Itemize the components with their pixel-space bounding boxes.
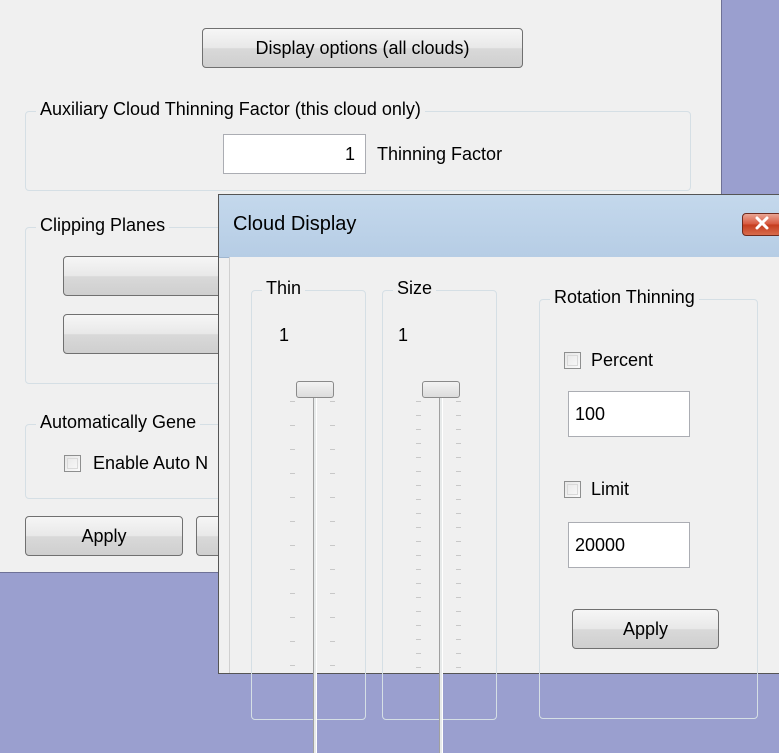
percent-checkbox[interactable] bbox=[564, 352, 581, 369]
thin-slider-thumb[interactable] bbox=[296, 381, 334, 398]
rotation-thinning-group-title: Rotation Thinning bbox=[550, 287, 699, 308]
thinning-factor-input[interactable]: 1 bbox=[223, 134, 366, 174]
size-slider-track bbox=[439, 393, 443, 753]
aux-thinning-group-title: Auxiliary Cloud Thinning Factor (this cl… bbox=[36, 99, 425, 120]
aux-thinning-group: Auxiliary Cloud Thinning Factor (this cl… bbox=[25, 99, 691, 191]
limit-checkbox[interactable] bbox=[564, 481, 581, 498]
auto-generate-group-title: Automatically Gene bbox=[36, 412, 201, 433]
limit-input[interactable]: 20000 bbox=[568, 522, 690, 568]
apply-button-label: Apply bbox=[81, 525, 127, 546]
cloud-display-dialog: Cloud Display Thin 1 Size 1 Rotation Thi… bbox=[218, 194, 779, 753]
dialog-client: Thin 1 Size 1 Rotation Thinning Percent … bbox=[229, 257, 779, 753]
thin-group-title: Thin bbox=[262, 278, 306, 299]
size-group-title: Size bbox=[393, 278, 437, 299]
apply-button[interactable]: Apply bbox=[25, 516, 183, 556]
dialog-title: Cloud Display bbox=[233, 213, 357, 235]
limit-value: 20000 bbox=[575, 534, 626, 555]
enable-auto-checkbox[interactable] bbox=[64, 455, 81, 472]
percent-label: Percent bbox=[591, 350, 654, 370]
dialog-apply-label: Apply bbox=[622, 618, 669, 639]
thin-value: 1 bbox=[279, 325, 290, 345]
enable-auto-label: Enable Auto N bbox=[93, 453, 209, 473]
display-options-label: Display options (all clouds) bbox=[255, 37, 470, 58]
close-button[interactable] bbox=[742, 213, 779, 236]
display-options-button[interactable]: Display options (all clouds) bbox=[202, 28, 523, 68]
dialog-titlebar[interactable]: Cloud Display bbox=[219, 195, 779, 258]
thinning-factor-label: Thinning Factor bbox=[377, 144, 503, 164]
thinning-factor-value: 1 bbox=[344, 143, 355, 164]
clipping-planes-group-title: Clipping Planes bbox=[36, 215, 170, 236]
rotation-thinning-group: Rotation Thinning Percent 100 Limit 2000… bbox=[539, 287, 758, 719]
percent-value: 100 bbox=[575, 403, 606, 424]
thin-slider-track bbox=[313, 393, 317, 753]
dialog-apply-button[interactable]: Apply bbox=[572, 609, 719, 649]
limit-label: Limit bbox=[591, 479, 630, 499]
size-slider-thumb[interactable] bbox=[422, 381, 460, 398]
size-value: 1 bbox=[398, 325, 409, 345]
close-icon bbox=[754, 214, 770, 235]
percent-input[interactable]: 100 bbox=[568, 391, 690, 437]
